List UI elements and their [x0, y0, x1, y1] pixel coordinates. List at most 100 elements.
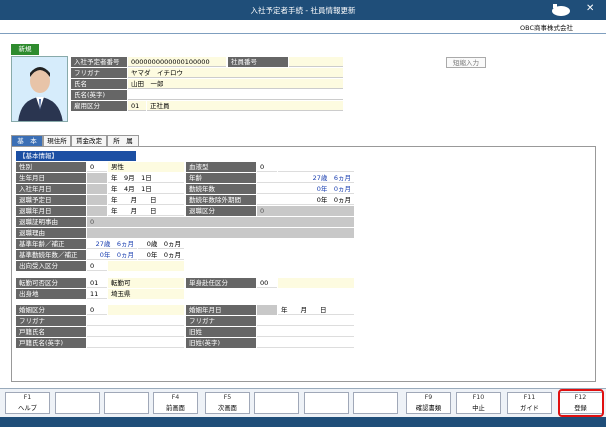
- h-name-en-field[interactable]: [87, 338, 184, 348]
- h-name-field[interactable]: [87, 327, 184, 337]
- fkey-label: 中止: [472, 405, 485, 412]
- marriage-value: [108, 305, 184, 315]
- gender-label: 性別: [16, 162, 86, 172]
- emp-no-field[interactable]: [289, 57, 343, 67]
- tab-wage-revision[interactable]: 賃金改定: [71, 135, 107, 146]
- employ-label: 雇用区分: [71, 101, 127, 111]
- join-day: 1日: [141, 185, 152, 193]
- retire-year: 年: [111, 207, 118, 215]
- name-en-field[interactable]: [128, 90, 343, 100]
- f4-prev-screen-button[interactable]: F4 前画面: [153, 392, 198, 414]
- f1-help-button[interactable]: F1 ヘルプ: [5, 392, 50, 414]
- f8-button: [353, 392, 398, 414]
- base-tenure-label: 基準勤続年数／補正: [16, 250, 86, 260]
- fkey-label: [255, 403, 298, 414]
- f6-button: [254, 392, 299, 414]
- fkey-code: F1: [23, 394, 32, 401]
- fkey-label: 次画面: [218, 405, 237, 412]
- marriage-date-field[interactable]: 年 月 日: [278, 305, 354, 315]
- transfer-code-field[interactable]: 01: [87, 278, 107, 288]
- old-name-en-field[interactable]: [257, 338, 354, 348]
- retire-kind-field[interactable]: 0: [257, 206, 354, 216]
- base-tenure-adj-field[interactable]: 0年 0ヵ月: [138, 250, 184, 260]
- marriage-date-label: 婚姻年月日: [186, 305, 256, 315]
- kana-shortcut-button[interactable]: 短縮入力: [446, 57, 486, 68]
- company-name: OBC商事株式会社: [520, 24, 573, 32]
- retire-month: 月: [130, 207, 138, 215]
- tenure-excl-label: 勤続年数除外期間: [186, 195, 256, 205]
- f9-documents-button[interactable]: F9 確認書類: [406, 392, 451, 414]
- base-age-adj-field[interactable]: 0歳 0ヵ月: [138, 239, 184, 249]
- gender-code-field[interactable]: 0: [87, 162, 107, 172]
- retire-era: [87, 206, 107, 216]
- single-label: 単身赴任区分: [186, 278, 256, 288]
- h-furigana-label: フリガナ: [16, 316, 86, 326]
- join-label: 入社年月日: [16, 184, 86, 194]
- window-title: 入社予定者手続 - 社員情報更新: [250, 6, 356, 15]
- f5-next-screen-button[interactable]: F5 次画面: [205, 392, 250, 414]
- retire-plan-day: 日: [150, 196, 157, 204]
- f7-button: [304, 392, 349, 414]
- planned-no-label: 入社予定者番号: [71, 57, 127, 67]
- f12-highlight: [558, 389, 604, 417]
- secondment-code-field[interactable]: 0: [87, 261, 107, 271]
- fkey-code: F11: [523, 394, 536, 401]
- transfer-value: 転勤可: [108, 278, 184, 288]
- retire-plan-era: [87, 195, 107, 205]
- planned-no-field[interactable]: 0000000000000100000: [128, 57, 226, 67]
- old-furigana-field[interactable]: [257, 316, 354, 326]
- birth-label: 生年月日: [16, 173, 86, 183]
- retire-plan-field[interactable]: 年 月 日: [108, 195, 184, 205]
- tab-basic[interactable]: 基 本: [11, 135, 43, 146]
- furigana-field[interactable]: ヤマダ イチロウ: [128, 68, 343, 78]
- fkey-label: ヘルプ: [18, 405, 37, 412]
- base-tenure-value: 0年 0ヵ月: [87, 250, 137, 260]
- blood-code-field[interactable]: 0: [257, 162, 277, 172]
- retire-reason-label: 退職理由: [16, 228, 86, 238]
- birth-month: 9月: [124, 174, 135, 182]
- close-icon[interactable]: ✕: [586, 4, 594, 14]
- tab-affiliation[interactable]: 所 属: [107, 135, 139, 146]
- join-field[interactable]: 年 4月 1日: [108, 184, 184, 194]
- h-name-label: 戸籍氏名: [16, 327, 86, 337]
- tab-address[interactable]: 現住所: [43, 135, 71, 146]
- fkey-code: [255, 393, 298, 403]
- fkey-code: F5: [223, 394, 232, 401]
- retire-date-label: 退職年月日: [16, 206, 86, 216]
- retire-reason-field[interactable]: [87, 228, 354, 238]
- fkey-code: [354, 393, 397, 403]
- old-name-field[interactable]: [257, 327, 354, 337]
- f11-guide-button[interactable]: F11 ガイド: [507, 392, 552, 414]
- f2-button: [55, 392, 100, 414]
- old-name-en-label: 旧姓(英字): [186, 338, 256, 348]
- retire-day: 日: [150, 207, 157, 215]
- name-field[interactable]: 山田 一郎: [128, 79, 343, 89]
- retire-plan-month: 月: [130, 196, 138, 204]
- gender-value: 男性: [108, 162, 184, 172]
- retire-cert-label: 退職証明事由: [16, 217, 86, 227]
- secondment-label: 出向受入区分: [16, 261, 86, 271]
- single-value: [278, 278, 354, 288]
- employ-code-field[interactable]: 01: [128, 101, 146, 111]
- blood-label: 血液型: [186, 162, 256, 172]
- origin-value: 埼玉県: [108, 289, 184, 299]
- f10-cancel-button[interactable]: F10 中止: [456, 392, 501, 414]
- transfer-label: 転勤可否区分: [16, 278, 86, 288]
- origin-code-field[interactable]: 11: [87, 289, 107, 299]
- furigana-label: フリガナ: [71, 68, 127, 78]
- retire-plan-year: 年: [111, 196, 118, 204]
- marriage-code-field[interactable]: 0: [87, 305, 107, 315]
- birth-field[interactable]: 年 9月 1日: [108, 173, 184, 183]
- fkey-code: F10: [472, 394, 485, 401]
- age-label: 年齢: [186, 173, 256, 183]
- new-badge: 新規: [11, 44, 39, 55]
- retire-date-field[interactable]: 年 月 日: [108, 206, 184, 216]
- single-code-field[interactable]: 00: [257, 278, 277, 288]
- section-title: 【基本情報】: [16, 151, 136, 161]
- fkey-label: ガイド: [520, 405, 539, 412]
- tenure-excl-field[interactable]: 0年 0ヵ月: [257, 195, 354, 205]
- h-furigana-field[interactable]: [87, 316, 184, 326]
- old-furigana-label: フリガナ: [186, 316, 256, 326]
- retire-cert-field[interactable]: 0: [87, 217, 354, 227]
- fkey-code: F4: [171, 394, 180, 401]
